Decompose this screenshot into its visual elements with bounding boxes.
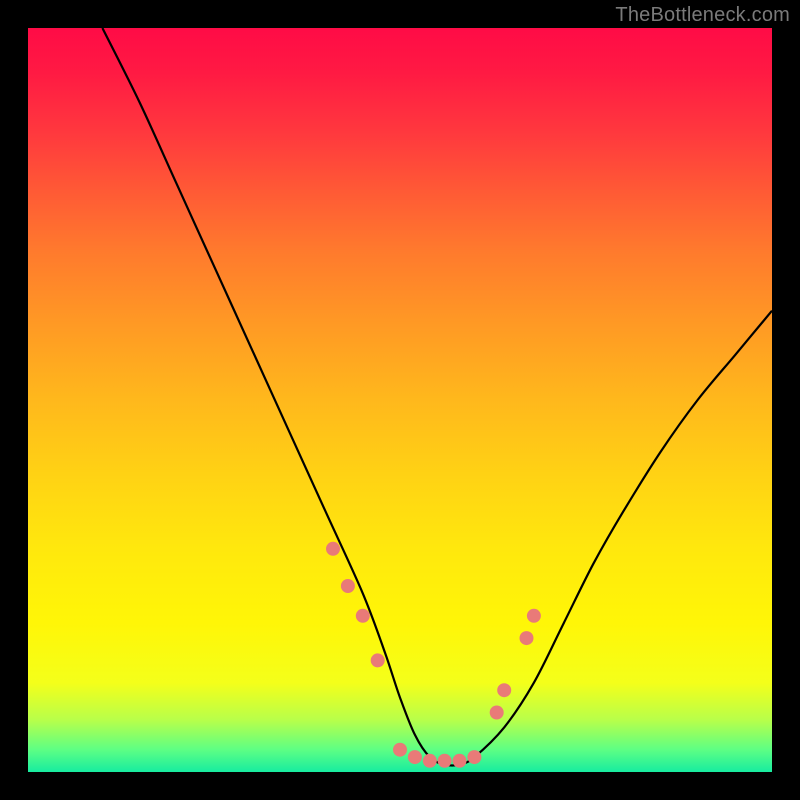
data-marker (453, 754, 467, 768)
watermark-label: TheBottleneck.com (615, 4, 790, 27)
bottleneck-curve-line (102, 28, 772, 766)
chart-frame: TheBottleneck.com (0, 0, 800, 800)
data-marker (490, 706, 504, 720)
data-marker (408, 750, 422, 764)
data-marker (393, 743, 407, 757)
plot-area (28, 28, 772, 772)
data-marker (423, 754, 437, 768)
curve-group (102, 28, 772, 766)
data-marker (527, 609, 541, 623)
data-marker (356, 609, 370, 623)
marker-group (326, 542, 541, 768)
data-marker (467, 750, 481, 764)
data-marker (520, 631, 534, 645)
data-marker (438, 754, 452, 768)
data-marker (326, 542, 340, 556)
data-marker (341, 579, 355, 593)
data-marker (497, 683, 511, 697)
chart-svg (28, 28, 772, 772)
data-marker (371, 653, 385, 667)
